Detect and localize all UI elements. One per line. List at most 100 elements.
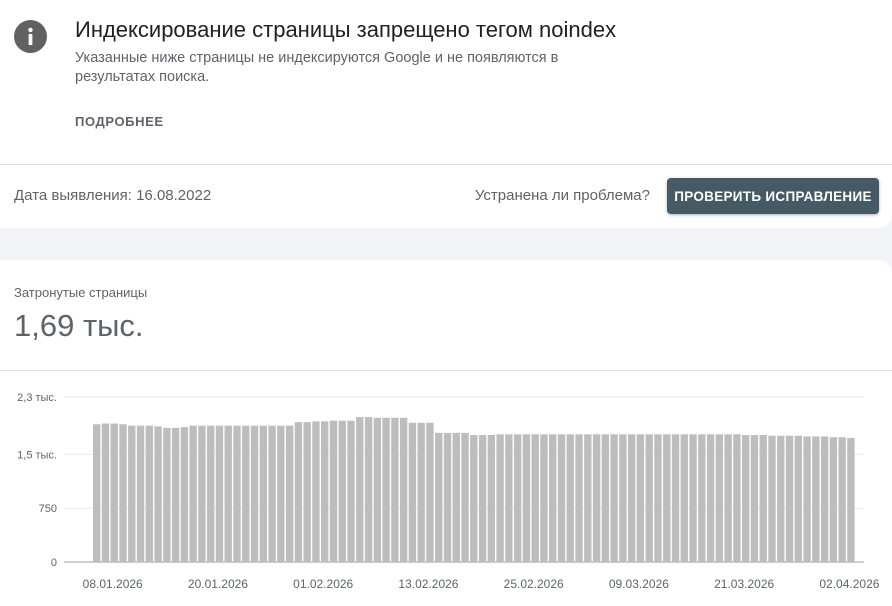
chart-bar — [277, 425, 285, 562]
issue-card: Индексирование страницы запрещено тегом … — [0, 0, 892, 228]
chart-bar — [101, 423, 110, 562]
chart-bar — [654, 434, 662, 562]
chart-bar — [557, 434, 566, 562]
chart-bar — [627, 434, 636, 562]
chart-bar — [259, 425, 267, 562]
chart-bar — [356, 417, 364, 562]
chart-bar — [443, 432, 452, 562]
chart-bar — [592, 434, 601, 562]
chart-bar — [461, 432, 469, 562]
chart-bar — [522, 434, 531, 562]
chart-bar — [496, 434, 504, 562]
chart-bar — [601, 434, 610, 562]
chart-bar — [321, 421, 329, 562]
chart-bar — [207, 425, 215, 562]
x-tick-label: 20.01.2026 — [188, 577, 248, 591]
issue-description: Указанные ниже страницы не индексируются… — [75, 50, 559, 85]
chart-bar — [566, 434, 574, 562]
chart-bar — [110, 423, 118, 562]
chart-bar — [812, 436, 820, 562]
chart-bar — [619, 434, 627, 562]
chart-bar — [417, 422, 425, 562]
chart-bar — [549, 434, 557, 562]
chart-bar — [689, 434, 697, 562]
y-tick-label: 2,3 тыс. — [17, 392, 57, 404]
chart-bar — [698, 434, 706, 562]
x-tick-label: 25.02.2026 — [504, 577, 564, 591]
chart-bar — [487, 435, 496, 562]
chart-bar — [154, 426, 162, 562]
learn-more-link[interactable]: ПОДРОБНЕЕ — [75, 114, 164, 129]
chart-bar — [250, 425, 259, 562]
chart-bar — [198, 425, 206, 562]
chart-bar — [435, 432, 443, 562]
chart-bar — [163, 427, 171, 562]
chart-bar — [478, 435, 487, 562]
x-tick-label: 08.01.2026 — [83, 577, 143, 591]
x-tick-label: 09.03.2026 — [609, 577, 669, 591]
chart-bar — [233, 425, 241, 562]
affected-pages-chart: 0 750 1,5 тыс. 2,3 тыс. 08.01.2026 20.01.2026… — [17, 392, 880, 591]
chart-bar — [215, 425, 224, 562]
chart-bar — [663, 434, 671, 562]
chart-bar — [680, 434, 688, 562]
chart-bar — [750, 435, 759, 562]
chart-bar — [242, 425, 250, 562]
chart-bar — [513, 434, 522, 562]
chart-bar — [715, 434, 724, 562]
chart-bar — [119, 424, 127, 562]
chart-bar — [329, 420, 338, 562]
chart-bar — [768, 435, 776, 562]
chart-bar — [777, 435, 785, 562]
chart-bar — [189, 425, 197, 562]
chart-bar — [785, 435, 794, 562]
chart-bar — [180, 427, 189, 562]
chart-bar — [338, 420, 346, 562]
chart-bar — [733, 434, 741, 562]
chart-bar — [294, 422, 303, 562]
chart-bar — [671, 434, 680, 562]
affected-pages-card: Затронутые страницы 1,69 тыс. 0 750 1,5 ты… — [0, 260, 892, 606]
validate-fix-button[interactable]: ПРОВЕРИТЬ ИСПРАВЛЕНИЕ — [667, 178, 879, 214]
chart-bar — [136, 425, 145, 562]
chart-bar — [531, 434, 539, 562]
y-tick-label: 0 — [51, 557, 57, 569]
chart-bar — [794, 435, 802, 562]
divider — [0, 164, 892, 165]
chart-bar — [759, 435, 767, 562]
detection-date: Дата выявления: 16.08.2022 — [14, 187, 212, 204]
chart-bar — [382, 417, 390, 562]
chart-bar — [399, 417, 408, 562]
chart-bar — [470, 435, 478, 562]
chart-bar — [312, 421, 320, 562]
chart-bar — [820, 436, 829, 562]
chart-bar — [93, 424, 101, 562]
chart-bar — [724, 434, 732, 562]
info-icon — [14, 20, 47, 53]
chart-bar — [303, 422, 311, 562]
chart-bar — [829, 437, 838, 562]
x-tick-label: 21.03.2026 — [714, 577, 774, 591]
chart-bar — [741, 435, 750, 562]
x-tick-label: 13.02.2026 — [398, 577, 458, 591]
chart-bar — [645, 434, 653, 562]
y-tick-label: 750 — [39, 503, 57, 515]
chart-bar — [540, 434, 548, 562]
chart-bar — [268, 425, 276, 562]
fixed-question: Устранена ли проблема? — [474, 187, 650, 204]
chart-bar — [803, 436, 811, 562]
chart-bar — [285, 425, 294, 562]
chart-bar — [505, 434, 513, 562]
chart-bar — [347, 420, 355, 562]
chart-bar — [706, 434, 715, 562]
x-tick-label: 02.04.2026 — [819, 577, 879, 591]
chart-bar — [224, 425, 232, 562]
chart-bar — [128, 425, 136, 562]
chart-bar — [391, 417, 399, 562]
chart-bar — [373, 417, 382, 562]
chart-bar — [584, 434, 592, 562]
y-tick-label: 1,5 тыс. — [17, 449, 57, 461]
chart-bar — [575, 434, 583, 562]
chart-bar — [452, 432, 460, 562]
chart-bar — [847, 437, 855, 562]
